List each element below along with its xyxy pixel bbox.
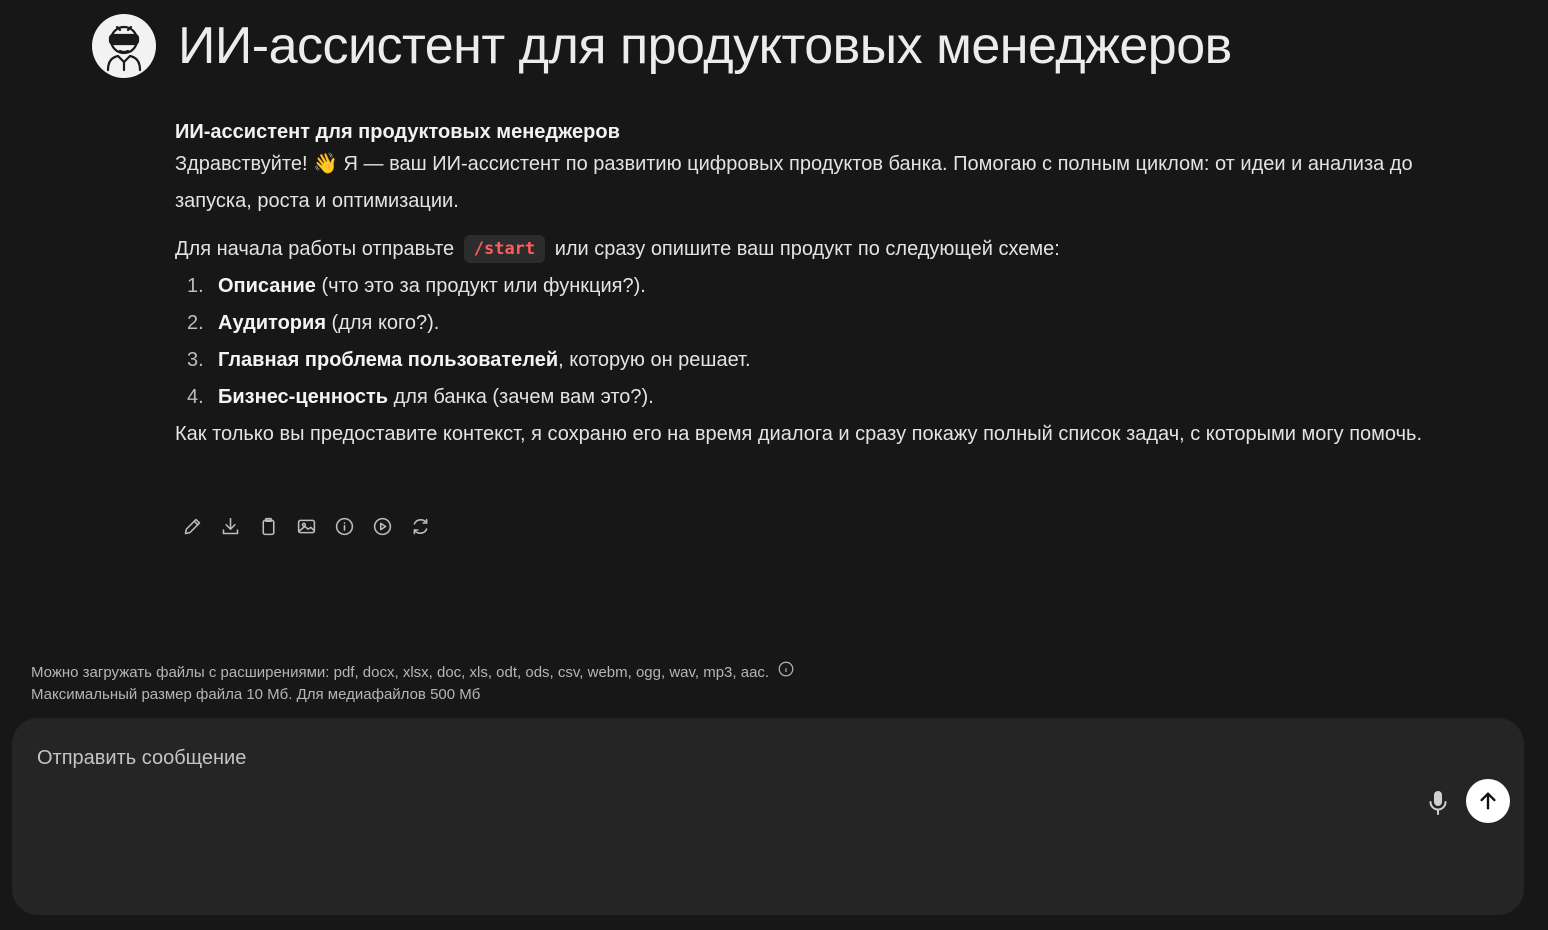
list-item-text: (для кого?).: [326, 312, 440, 334]
download-icon: [222, 517, 239, 534]
list-item-text: , которую он решает.: [558, 349, 751, 371]
image-button[interactable]: [294, 512, 319, 540]
page-title: ИИ-ассистент для продуктовых менеджеров: [178, 17, 1232, 75]
message-intro: Для начала работы отправьте /start или с…: [175, 231, 1435, 268]
info-icon[interactable]: [777, 660, 795, 684]
play-icon: [373, 517, 392, 535]
assistant-message: ИИ-ассистент для продуктовых менеджеров …: [175, 118, 1435, 453]
edit-button[interactable]: [180, 512, 205, 540]
list-item-title: Аудитория: [218, 312, 326, 334]
arrow-up-icon: [1480, 792, 1496, 810]
steps-list: 1. Описание (что это за продукт или функц…: [175, 268, 1435, 416]
image-icon: [297, 519, 316, 533]
copy-button[interactable]: [256, 512, 281, 540]
list-item-text: для банка (зачем вам это?).: [388, 386, 654, 408]
intro-text-before: Для начала работы отправьте: [175, 238, 455, 260]
voice-input-button[interactable]: [1426, 786, 1450, 820]
list-item: 4. Бизнес-ценность для банка (зачем вам э…: [175, 379, 1435, 416]
robot-glasses-icon: [92, 14, 156, 78]
list-item: 3. Главная проблема пользователей, котору…: [175, 342, 1435, 379]
list-item-number: 2.: [187, 312, 204, 334]
message-composer: [12, 718, 1524, 915]
message-input[interactable]: [37, 738, 1417, 778]
send-button[interactable]: [1466, 779, 1510, 823]
message-actions: [180, 512, 433, 540]
list-item-number: 3.: [187, 349, 204, 371]
upload-hint-size: Максимальный размер файла 10 Мб. Для мед…: [31, 686, 481, 703]
message-greeting: Здравствуйте! 👋 Я — ваш ИИ-ассистент по …: [175, 153, 1413, 212]
upload-hint: Можно загружать файлы с расширениями: pd…: [31, 660, 795, 705]
refresh-icon: [413, 518, 428, 534]
chat-page: ИИ-ассистент для продуктовых менеджеров …: [0, 0, 1548, 930]
list-item-number: 4.: [187, 386, 204, 408]
intro-text-after: или сразу опишите ваш продукт по следующ…: [554, 238, 1060, 260]
play-button[interactable]: [370, 512, 395, 540]
list-item: 2. Аудитория (для кого?).: [175, 305, 1435, 342]
info-button[interactable]: [332, 512, 357, 540]
info-icon: [335, 517, 354, 535]
list-item-title: Главная проблема пользователей: [218, 349, 559, 371]
pencil-icon: [184, 518, 201, 534]
microphone-icon: [1429, 791, 1447, 815]
list-item-text: (что это за продукт или функция?).: [315, 275, 646, 297]
regenerate-button[interactable]: [408, 512, 433, 540]
list-item: 1. Описание (что это за продукт или функц…: [175, 268, 1435, 305]
chat-header: ИИ-ассистент для продуктовых менеджеров: [92, 14, 1232, 78]
upload-hint-formats: Можно загружать файлы с расширениями: pd…: [31, 663, 770, 681]
start-command: /start: [463, 235, 546, 263]
message-heading: ИИ-ассистент для продуктовых менеджеров: [175, 121, 620, 143]
list-item-title: Описание: [218, 275, 316, 297]
message-closing: Как только вы предоставите контекст, я с…: [175, 423, 1423, 445]
list-item-number: 1.: [187, 275, 204, 297]
download-button[interactable]: [218, 512, 243, 540]
list-item-title: Бизнес-ценность: [218, 386, 389, 408]
clipboard-icon: [262, 517, 275, 535]
